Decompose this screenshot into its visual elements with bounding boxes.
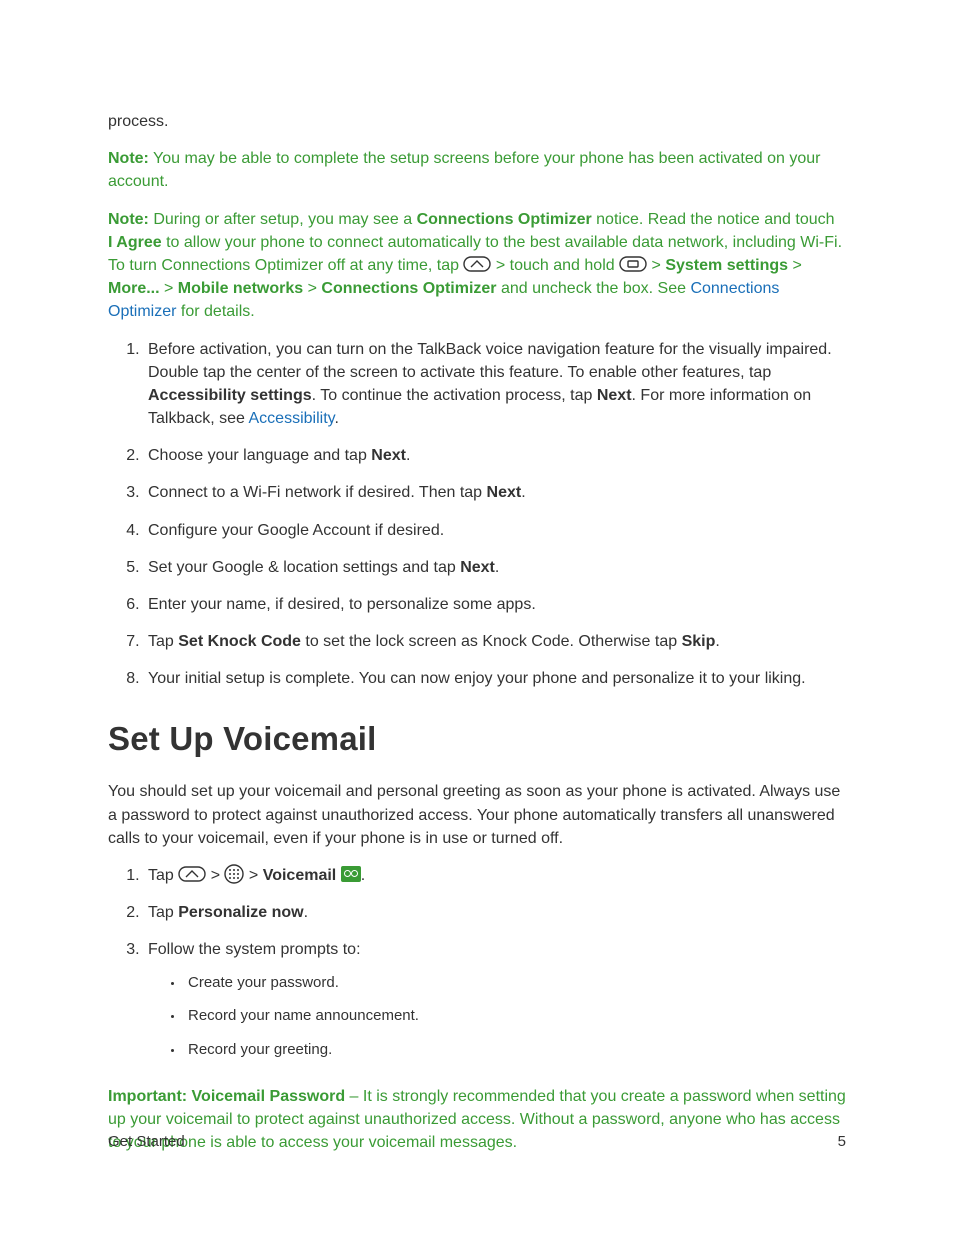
list-item: Follow the system prompts to: Create you… <box>144 938 846 1060</box>
apps-key-icon <box>224 864 244 884</box>
note-connections-optimizer: Note: During or after setup, you may see… <box>108 208 846 324</box>
list-item: Tap > > Voicemail . <box>144 864 846 887</box>
footer-section: Get Started <box>108 1131 185 1153</box>
list-item: Set your Google & location settings and … <box>144 556 846 579</box>
home-key-icon <box>463 256 491 272</box>
list-item: Record your greeting. <box>184 1039 846 1061</box>
list-item: Tap Set Knock Code to set the lock scree… <box>144 630 846 653</box>
voicemail-steps-list: Tap > > Voicemail . Tap Personalize now.… <box>108 864 846 1061</box>
list-item: Configure your Google Account if desired… <box>144 519 846 542</box>
footer-page-number: 5 <box>838 1131 846 1153</box>
list-item: Before activation, you can turn on the T… <box>144 338 846 431</box>
list-item: Choose your language and tap Next. <box>144 444 846 467</box>
voicemail-heading: Set Up Voicemail <box>108 715 846 763</box>
list-item: Enter your name, if desired, to personal… <box>144 593 846 616</box>
voicemail-icon <box>341 866 361 882</box>
list-item: Record your name announcement. <box>184 1005 846 1027</box>
intro-fragment: process. <box>108 110 846 133</box>
setup-steps-list: Before activation, you can turn on the T… <box>108 338 846 691</box>
list-item: Create your password. <box>184 972 846 994</box>
page-footer: Get Started 5 <box>108 1131 846 1153</box>
voicemail-intro: You should set up your voicemail and per… <box>108 780 846 850</box>
accessibility-link[interactable]: Accessibility <box>249 410 335 427</box>
list-item: Tap Personalize now. <box>144 901 846 924</box>
list-item: Your initial setup is complete. You can … <box>144 667 846 690</box>
recent-key-icon <box>619 256 647 272</box>
home-key-icon <box>178 866 206 882</box>
list-item: Connect to a Wi-Fi network if desired. T… <box>144 481 846 504</box>
note-activation: Note: You may be able to complete the se… <box>108 147 846 193</box>
